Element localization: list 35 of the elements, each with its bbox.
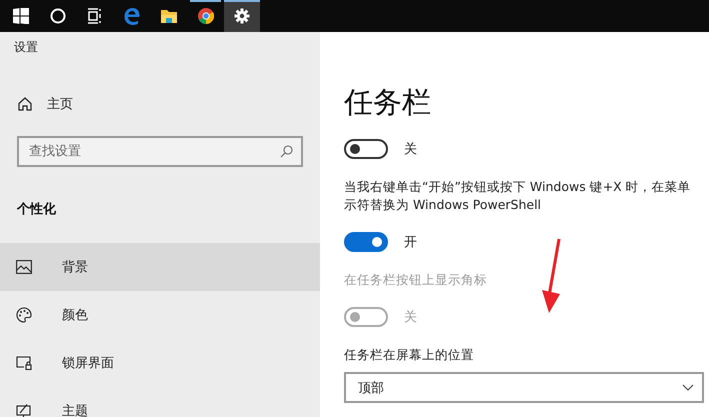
palette-icon — [16, 307, 32, 323]
search-icon — [280, 145, 293, 158]
task-view-icon — [86, 8, 102, 24]
setting-label: 在任务栏按钮上显示角标 — [344, 271, 488, 289]
nav-item[interactable]: 背景 — [0, 243, 320, 291]
screen-lock-icon — [16, 356, 32, 370]
windows-logo-icon — [12, 8, 28, 24]
window-title: 设置 — [14, 39, 39, 56]
search-field[interactable]: 查找设置 — [17, 136, 303, 167]
browser-e-icon — [122, 7, 140, 25]
chrome-icon — [198, 8, 214, 24]
folder-icon — [160, 8, 178, 24]
chevron-down-icon — [682, 384, 694, 391]
page-title: 任务栏 — [344, 84, 432, 121]
home-label: 主页 — [47, 96, 73, 113]
nav-item[interactable]: 锁屏界面 — [0, 339, 320, 387]
nav-item[interactable]: 主题 — [0, 387, 320, 417]
toggle-state-label: 开 — [404, 234, 417, 251]
toggle-state-label: 关 — [404, 309, 417, 326]
settings-icon — [234, 8, 250, 24]
home-icon — [17, 96, 33, 112]
section-heading: 个性化 — [17, 201, 57, 218]
monitor-brush-icon — [16, 403, 32, 417]
setting-label: 示符替换为 Windows PowerShell — [344, 196, 542, 214]
setting-label: 任务栏在屏幕上的位置 — [344, 346, 475, 364]
home-link[interactable]: 主页 — [17, 95, 320, 113]
picture-icon — [16, 260, 32, 274]
circle-icon — [50, 8, 66, 24]
setting-label: 当我右键单击“开始”按钮或按下 Windows 键+X 时，在菜单 — [344, 178, 692, 196]
toggle-switch[interactable] — [344, 232, 388, 252]
toggle-state-label: 关 — [404, 141, 417, 158]
toggle-switch[interactable] — [344, 139, 388, 159]
dropdown[interactable]: 顶部 — [344, 372, 704, 403]
taskbar-button[interactable] — [224, 0, 260, 32]
nav-item[interactable]: 颜色 — [0, 291, 320, 339]
